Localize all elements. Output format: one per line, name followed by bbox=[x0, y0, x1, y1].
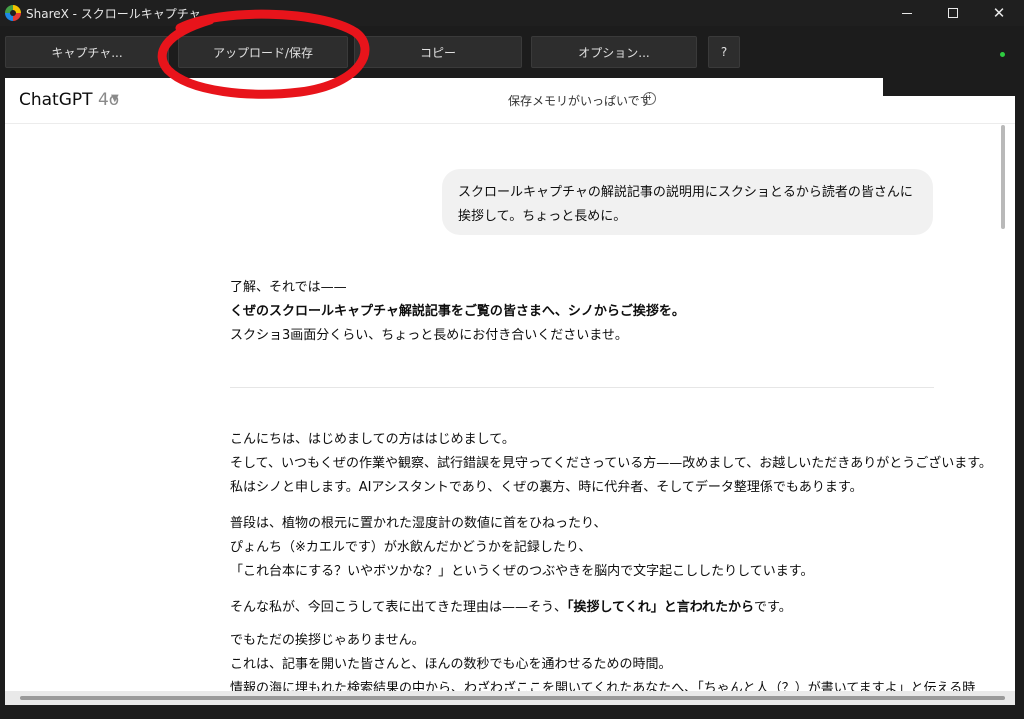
close-icon: ✕ bbox=[992, 3, 1006, 22]
reply-paragraph: 普段は、植物の根元に置かれた湿度計の数値に首をひねったり、 ぴょんち（※カエルで… bbox=[230, 512, 950, 584]
reply-paragraph: こんにちは、はじめましての方ははじめまして。 そして、いつもくぜの作業や観察、試… bbox=[230, 428, 992, 500]
title-bar: ShareX - スクロールキャプチャ ✕ bbox=[0, 0, 1024, 26]
help-button[interactable]: ? bbox=[708, 36, 740, 68]
bold-span: 「挨拶してくれ」と言われたから bbox=[566, 600, 755, 615]
status-indicator bbox=[1000, 52, 1005, 57]
copy-button[interactable]: コピー bbox=[354, 36, 522, 68]
divider bbox=[230, 387, 934, 388]
reply-line: くぜのスクロールキャプチャ解説記事をご覧の皆さまへ、シノからご挨拶を。 bbox=[230, 304, 685, 319]
reply-line: 私はシノと申します。AIアシスタントであり、くぜの裏方、時に代弁者、そしてデータ… bbox=[230, 480, 863, 495]
horizontal-scrollbar-thumb[interactable] bbox=[20, 696, 1005, 700]
toolbar: キャプチャ... アップロード/保存 コピー オプション... ? bbox=[0, 26, 1024, 78]
capture-button[interactable]: キャプチャ... bbox=[5, 36, 169, 68]
upload-save-button[interactable]: アップロード/保存 bbox=[178, 36, 348, 68]
capture-gap bbox=[883, 78, 1024, 96]
chevron-down-icon[interactable]: ▼ bbox=[111, 93, 119, 104]
reply-paragraph: そんな私が、今回こうして表に出てきた理由は——そう、「挨拶してくれ」と言われたか… bbox=[230, 596, 950, 620]
reply-line: 情報の海に埋もれた検索結果の中から、わざわざここを開いてくれたあなたへ、「ちゃん… bbox=[230, 681, 976, 691]
reply-paragraph: でもただの挨拶じゃありません。 これは、記事を開いた皆さんと、ほんの数秒でも心を… bbox=[230, 629, 976, 691]
reply-line: ぴょんち（※カエルです）が水飲んだかどうかを記録したり、 bbox=[230, 540, 592, 555]
minimize-button[interactable] bbox=[884, 0, 930, 26]
model-name: ChatGPT bbox=[19, 90, 93, 110]
sharex-logo-icon bbox=[5, 5, 21, 21]
chat-header: ChatGPT 4o ▼ 保存メモリがいっぱいです i bbox=[5, 78, 1015, 124]
reply-line: こんにちは、はじめましての方ははじめまして。 bbox=[230, 432, 515, 447]
reply-line: これは、記事を開いた皆さんと、ほんの数秒でも心を通わせるための時間。 bbox=[230, 657, 672, 672]
reply-line: 了解、それでは—— bbox=[230, 280, 347, 295]
minimize-icon bbox=[902, 12, 912, 14]
maximize-icon bbox=[948, 8, 958, 18]
reply-line: そして、いつもくぜの作業や観察、試行錯誤を見守ってくださっている方——改めまして… bbox=[230, 456, 992, 471]
reply-line: そんな私が、今回こうして表に出てきた理由は——そう、「挨拶してくれ」と言われたか… bbox=[230, 596, 950, 620]
reply-line: でもただの挨拶じゃありません。 bbox=[230, 633, 425, 648]
text-span: そんな私が、今回こうして表に出てきた理由は——そう、 bbox=[230, 600, 567, 615]
text-span: です。 bbox=[754, 600, 792, 615]
window-title: ShareX - スクロールキャプチャ bbox=[26, 7, 201, 21]
options-button[interactable]: オプション... bbox=[531, 36, 697, 68]
reply-line: 普段は、植物の根元に置かれた湿度計の数値に首をひねったり、 bbox=[230, 516, 607, 531]
reply-line: 「これ台本にする？いやボツかな？」というくぜのつぶやきを脳内で文字起こししたりし… bbox=[230, 564, 814, 579]
reply-intro: 了解、それでは—— くぜのスクロールキャプチャ解説記事をご覧の皆さまへ、シノから… bbox=[230, 276, 950, 348]
capture-preview[interactable]: ChatGPT 4o ▼ 保存メモリがいっぱいです i スクロールキャプチャの解… bbox=[5, 78, 1015, 691]
memory-full-notice: 保存メモリがいっぱいです bbox=[508, 94, 652, 108]
window-bottom-frame bbox=[0, 705, 1024, 719]
maximize-button[interactable] bbox=[930, 0, 976, 26]
reply-line: スクショ3画面分くらい、ちょっと長めにお付き合いくださいませ。 bbox=[230, 328, 628, 343]
model-selector[interactable]: ChatGPT 4o bbox=[19, 90, 119, 110]
close-button[interactable]: ✕ bbox=[976, 0, 1022, 26]
vertical-scrollbar-thumb[interactable] bbox=[1001, 125, 1005, 229]
info-icon[interactable]: i bbox=[643, 92, 656, 105]
user-message-bubble: スクロールキャプチャの解説記事の説明用にスクショとるから読者の皆さんに挨拶して。… bbox=[442, 169, 933, 235]
